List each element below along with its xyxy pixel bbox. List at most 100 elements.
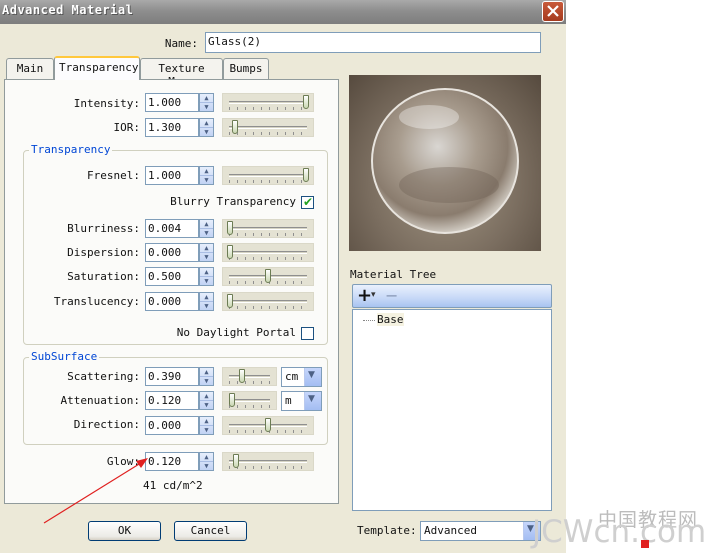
annotation-arrow-icon: [43, 458, 148, 524]
add-dropdown-icon[interactable]: ▾: [371, 290, 376, 300]
slider-thumb[interactable]: [303, 95, 309, 109]
slider-thumb[interactable]: [303, 168, 309, 182]
direction-field[interactable]: 0.000: [145, 416, 199, 435]
title-bar[interactable]: Advanced Material: [0, 0, 566, 24]
blurry-transparency-checkbox[interactable]: ✔: [301, 195, 314, 209]
blurriness-slider[interactable]: [222, 219, 314, 238]
material-tree[interactable]: Base: [352, 309, 552, 511]
spin-up-icon[interactable]: ▲: [200, 220, 213, 228]
intensity-field[interactable]: 1.000: [145, 93, 199, 112]
glow-field[interactable]: 0.120: [145, 452, 199, 471]
attenuation-unit-select[interactable]: m ▼: [281, 391, 322, 411]
add-icon[interactable]: +: [357, 285, 372, 306]
intensity-label: Intensity:: [73, 97, 140, 110]
translucency-field[interactable]: 0.000: [145, 292, 199, 311]
spin-down-icon[interactable]: ▼: [200, 376, 213, 385]
direction-slider[interactable]: [222, 416, 314, 435]
spin-down-icon[interactable]: ▼: [200, 102, 213, 111]
ior-spinner[interactable]: ▲ ▼: [199, 118, 214, 137]
saturation-spinner[interactable]: ▲ ▼: [199, 267, 214, 286]
fresnel-spinner[interactable]: ▲ ▼: [199, 166, 214, 185]
tab-transparency[interactable]: Transparency: [54, 56, 140, 80]
name-field[interactable]: Glass(2): [205, 32, 541, 53]
slider-thumb[interactable]: [233, 454, 240, 468]
spin-up-icon[interactable]: ▲: [200, 392, 213, 400]
spin-down-icon[interactable]: ▼: [200, 425, 213, 434]
tab-main[interactable]: Main: [6, 58, 54, 79]
spin-down-icon[interactable]: ▼: [200, 400, 213, 409]
fresnel-slider[interactable]: [222, 166, 314, 185]
spin-down-icon[interactable]: ▼: [200, 301, 213, 310]
spin-up-icon[interactable]: ▲: [200, 167, 213, 175]
tree-item-base[interactable]: Base: [377, 313, 404, 326]
spin-down-icon[interactable]: ▼: [200, 228, 213, 237]
attenuation-label: Attenuation:: [60, 394, 140, 407]
intensity-spinner[interactable]: ▲ ▼: [199, 93, 214, 112]
fresnel-field[interactable]: 1.000: [145, 166, 199, 185]
remove-icon[interactable]: −: [385, 286, 398, 305]
glow-slider[interactable]: [222, 452, 314, 471]
attenuation-slider[interactable]: [222, 391, 277, 410]
template-label: Template:: [357, 524, 417, 537]
chevron-down-icon: ▼: [308, 394, 315, 404]
spin-down-icon[interactable]: ▼: [200, 276, 213, 285]
slider-thumb[interactable]: [228, 393, 235, 407]
spin-up-icon[interactable]: ▲: [200, 417, 213, 425]
ok-button[interactable]: OK: [88, 521, 161, 541]
close-button[interactable]: [542, 1, 564, 22]
translucency-spinner[interactable]: ▲ ▼: [199, 292, 214, 311]
slider-thumb[interactable]: [227, 221, 233, 235]
scattering-spinner[interactable]: ▲ ▼: [199, 367, 214, 386]
dispersion-slider[interactable]: [222, 243, 314, 262]
spin-up-icon[interactable]: ▲: [200, 268, 213, 276]
tab-bumps[interactable]: Bumps: [223, 58, 269, 79]
spin-down-icon[interactable]: ▼: [200, 252, 213, 261]
dispersion-label: Dispersion:: [67, 246, 140, 259]
spin-up-icon[interactable]: ▲: [200, 368, 213, 376]
no-daylight-portal-label: No Daylight Portal: [176, 326, 296, 339]
spin-up-icon[interactable]: ▲: [200, 244, 213, 252]
glow-spinner[interactable]: ▲ ▼: [199, 452, 214, 471]
spin-up-icon[interactable]: ▲: [200, 293, 213, 301]
spin-up-icon[interactable]: ▲: [200, 119, 213, 127]
watermark-site: JCWcn.com: [532, 514, 707, 550]
slider-thumb[interactable]: [238, 369, 245, 383]
attenuation-field[interactable]: 0.120: [145, 391, 199, 410]
spin-down-icon[interactable]: ▼: [200, 461, 213, 470]
attenuation-unit-value: m: [285, 394, 292, 407]
cancel-button[interactable]: Cancel: [174, 521, 247, 541]
close-icon: [547, 5, 559, 17]
slider-thumb[interactable]: [227, 245, 233, 259]
no-daylight-portal-checkbox[interactable]: ✔: [301, 327, 314, 340]
slider-thumb[interactable]: [265, 418, 271, 432]
scattering-slider[interactable]: [222, 367, 277, 386]
translucency-slider[interactable]: [222, 292, 314, 311]
template-select[interactable]: Advanced ▼: [420, 521, 541, 541]
slider-thumb[interactable]: [227, 294, 233, 308]
scattering-unit-value: cm: [285, 370, 299, 383]
saturation-field[interactable]: 0.500: [145, 267, 199, 286]
dispersion-field[interactable]: 0.000: [145, 243, 199, 262]
attenuation-spinner[interactable]: ▲ ▼: [199, 391, 214, 410]
template-value: Advanced: [424, 524, 477, 537]
glass-sphere-image: [371, 88, 519, 234]
dispersion-spinner[interactable]: ▲ ▼: [199, 243, 214, 262]
material-tree-toolbar: + ▾ −: [352, 284, 552, 308]
spin-down-icon[interactable]: ▼: [200, 127, 213, 136]
spin-up-icon[interactable]: ▲: [200, 453, 213, 461]
blurry-transparency-label: Blurry Transparency: [170, 195, 296, 208]
direction-spinner[interactable]: ▲ ▼: [199, 416, 214, 435]
slider-thumb[interactable]: [265, 269, 271, 283]
saturation-slider[interactable]: [222, 267, 314, 286]
intensity-slider[interactable]: [222, 93, 314, 112]
spin-up-icon[interactable]: ▲: [200, 94, 213, 102]
ior-slider[interactable]: [222, 118, 314, 137]
blurriness-field[interactable]: 0.004: [145, 219, 199, 238]
blurriness-spinner[interactable]: ▲ ▼: [199, 219, 214, 238]
scattering-field[interactable]: 0.390: [145, 367, 199, 386]
ior-field[interactable]: 1.300: [145, 118, 199, 137]
scattering-unit-select[interactable]: cm ▼: [281, 367, 322, 387]
spin-down-icon[interactable]: ▼: [200, 175, 213, 184]
slider-thumb[interactable]: [231, 120, 238, 134]
tab-texture-maps[interactable]: Texture Maps: [140, 58, 223, 88]
